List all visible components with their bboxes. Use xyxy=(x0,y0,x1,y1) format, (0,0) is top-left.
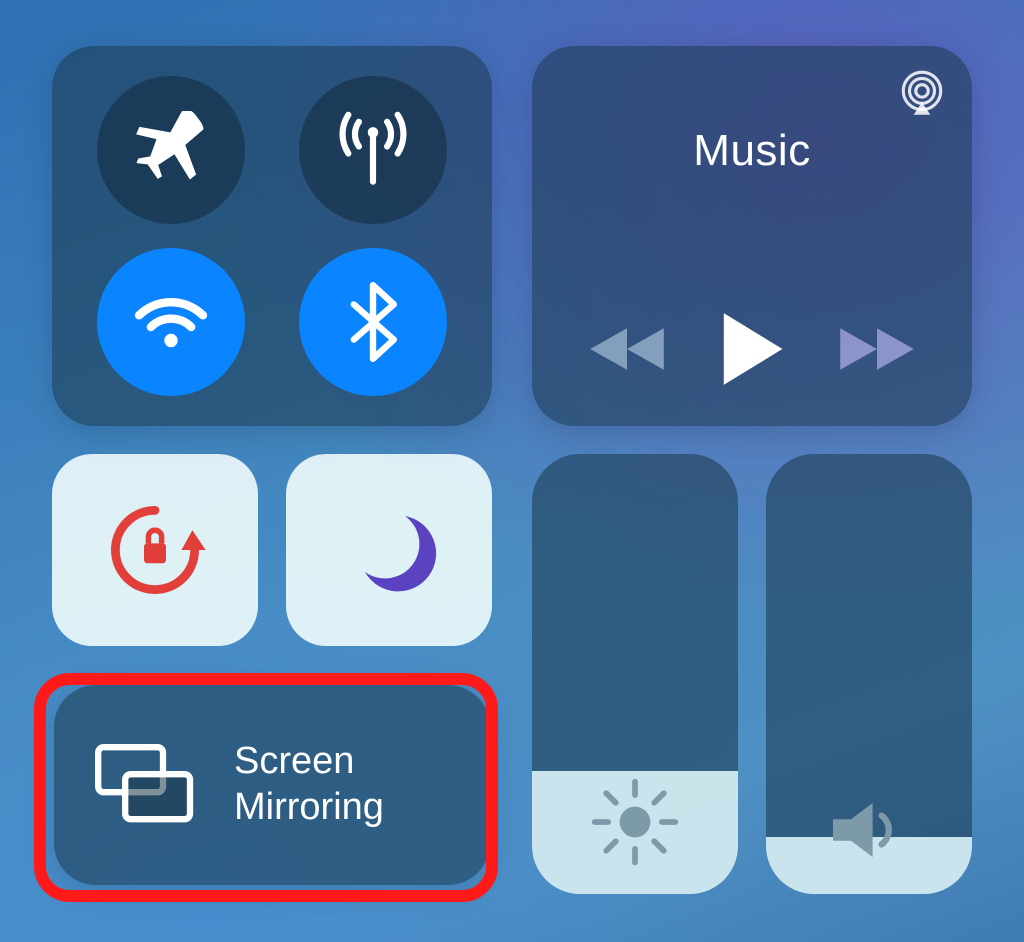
orientation-lock-icon xyxy=(100,495,210,605)
music-controls xyxy=(532,314,972,384)
sliders-group xyxy=(532,454,972,896)
airplane-mode-toggle[interactable] xyxy=(97,76,245,224)
airplane-icon xyxy=(132,111,210,189)
cellular-data-toggle[interactable] xyxy=(299,76,447,224)
forward-button[interactable] xyxy=(832,314,922,384)
play-button[interactable] xyxy=(707,314,797,384)
volume-speaker-icon xyxy=(766,790,972,870)
do-not-disturb-toggle[interactable] xyxy=(286,454,492,646)
brightness-sun-icon xyxy=(532,774,738,870)
small-tiles-row xyxy=(52,454,492,655)
bluetooth-toggle[interactable] xyxy=(299,248,447,396)
airplay-icon[interactable] xyxy=(896,68,948,120)
rewind-button[interactable] xyxy=(582,314,672,384)
screen-mirroring-highlight: Screen Mirroring xyxy=(52,683,492,896)
music-title: Music xyxy=(532,126,972,176)
volume-slider[interactable] xyxy=(766,454,972,894)
moon-icon xyxy=(339,500,439,600)
connectivity-panel xyxy=(52,46,492,426)
wifi-icon xyxy=(129,280,213,364)
music-panel: Music xyxy=(532,46,972,426)
bluetooth-icon xyxy=(338,282,408,362)
orientation-lock-toggle[interactable] xyxy=(52,454,258,646)
screen-mirroring-icon xyxy=(90,740,200,830)
brightness-slider[interactable] xyxy=(532,454,738,894)
cellular-antenna-icon xyxy=(329,106,417,194)
screen-mirroring-button[interactable]: Screen Mirroring xyxy=(54,685,490,885)
screen-mirroring-label: Screen Mirroring xyxy=(234,739,384,830)
wifi-toggle[interactable] xyxy=(97,248,245,396)
